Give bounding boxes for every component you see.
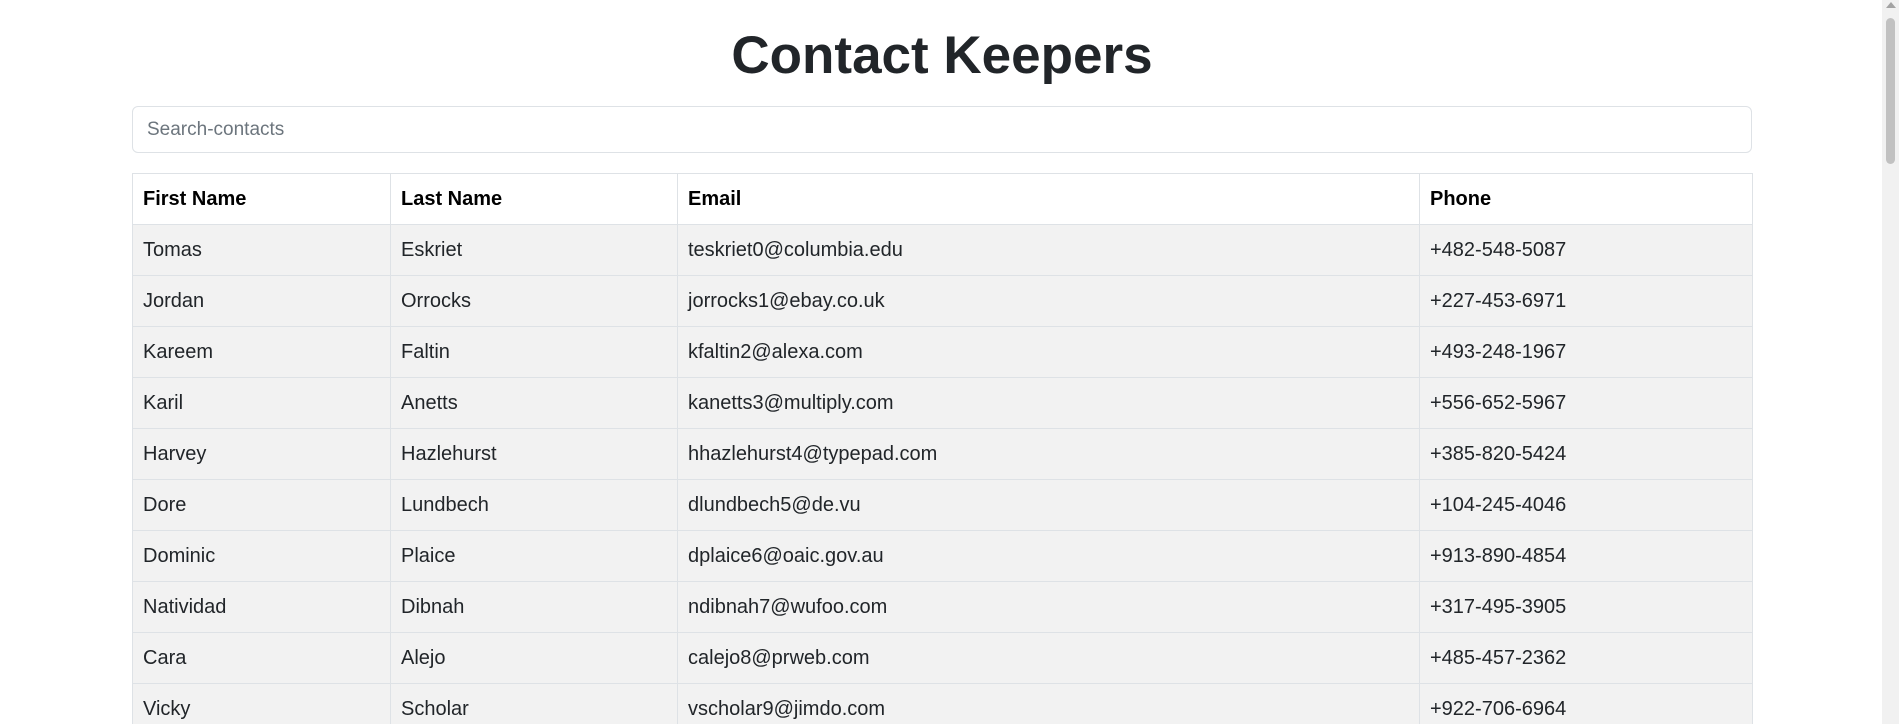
cell-email: vscholar9@jimdo.com [677, 683, 1420, 724]
table-row: Jordan Orrocks jorrocks1@ebay.co.uk +227… [132, 275, 1753, 327]
cell-email: teskriet0@columbia.edu [677, 224, 1420, 276]
table-row: Dominic Plaice dplaice6@oaic.gov.au +913… [132, 530, 1753, 582]
column-header-last-name: Last Name [390, 173, 678, 225]
cell-email: hhazlehurst4@typepad.com [677, 428, 1420, 480]
cell-phone: +913-890-4854 [1419, 530, 1753, 582]
cell-last-name: Anetts [390, 377, 678, 429]
column-header-first-name: First Name [132, 173, 391, 225]
table-row: Dore Lundbech dlundbech5@de.vu +104-245-… [132, 479, 1753, 531]
cell-first-name: Tomas [132, 224, 391, 276]
cell-first-name: Kareem [132, 326, 391, 378]
table-row: Kareem Faltin kfaltin2@alexa.com +493-24… [132, 326, 1753, 378]
contacts-table: First Name Last Name Email Phone Tomas E… [132, 173, 1753, 724]
search-input[interactable] [132, 106, 1752, 153]
table-row: Natividad Dibnah ndibnah7@wufoo.com +317… [132, 581, 1753, 633]
cell-last-name: Faltin [390, 326, 678, 378]
cell-phone: +493-248-1967 [1419, 326, 1753, 378]
table-header-row: First Name Last Name Email Phone [132, 173, 1753, 225]
cell-phone: +385-820-5424 [1419, 428, 1753, 480]
scroll-up-arrow-icon[interactable] [1886, 2, 1896, 8]
cell-phone: +104-245-4046 [1419, 479, 1753, 531]
scrollbar-thumb[interactable] [1886, 18, 1895, 164]
column-header-email: Email [677, 173, 1420, 225]
cell-email: jorrocks1@ebay.co.uk [677, 275, 1420, 327]
table-row: Karil Anetts kanetts3@multiply.com +556-… [132, 377, 1753, 429]
cell-email: calejo8@prweb.com [677, 632, 1420, 684]
cell-first-name: Karil [132, 377, 391, 429]
cell-first-name: Dore [132, 479, 391, 531]
cell-phone: +317-495-3905 [1419, 581, 1753, 633]
cell-phone: +485-457-2362 [1419, 632, 1753, 684]
cell-last-name: Hazlehurst [390, 428, 678, 480]
cell-first-name: Natividad [132, 581, 391, 633]
table-row: Vicky Scholar vscholar9@jimdo.com +922-7… [132, 683, 1753, 724]
cell-email: kanetts3@multiply.com [677, 377, 1420, 429]
cell-first-name: Dominic [132, 530, 391, 582]
cell-phone: +227-453-6971 [1419, 275, 1753, 327]
cell-last-name: Lundbech [390, 479, 678, 531]
table-body: Tomas Eskriet teskriet0@columbia.edu +48… [132, 224, 1753, 724]
main-container: Contact Keepers First Name Last Name Ema… [132, 0, 1753, 724]
cell-phone: +482-548-5087 [1419, 224, 1753, 276]
column-header-phone: Phone [1419, 173, 1753, 225]
cell-phone: +922-706-6964 [1419, 683, 1753, 724]
cell-email: kfaltin2@alexa.com [677, 326, 1420, 378]
cell-first-name: Vicky [132, 683, 391, 724]
cell-first-name: Cara [132, 632, 391, 684]
vertical-scrollbar[interactable] [1882, 0, 1899, 724]
cell-last-name: Eskriet [390, 224, 678, 276]
cell-last-name: Orrocks [390, 275, 678, 327]
cell-last-name: Scholar [390, 683, 678, 724]
cell-phone: +556-652-5967 [1419, 377, 1753, 429]
page: Contact Keepers First Name Last Name Ema… [0, 0, 1899, 724]
cell-last-name: Dibnah [390, 581, 678, 633]
table-row: Harvey Hazlehurst hhazlehurst4@typepad.c… [132, 428, 1753, 480]
table-row: Tomas Eskriet teskriet0@columbia.edu +48… [132, 224, 1753, 276]
cell-email: dplaice6@oaic.gov.au [677, 530, 1420, 582]
cell-email: dlundbech5@de.vu [677, 479, 1420, 531]
cell-last-name: Alejo [390, 632, 678, 684]
table-row: Cara Alejo calejo8@prweb.com +485-457-23… [132, 632, 1753, 684]
cell-email: ndibnah7@wufoo.com [677, 581, 1420, 633]
page-title: Contact Keepers [731, 26, 1153, 85]
cell-last-name: Plaice [390, 530, 678, 582]
table-header: First Name Last Name Email Phone [132, 173, 1753, 225]
cell-first-name: Jordan [132, 275, 391, 327]
cell-first-name: Harvey [132, 428, 391, 480]
